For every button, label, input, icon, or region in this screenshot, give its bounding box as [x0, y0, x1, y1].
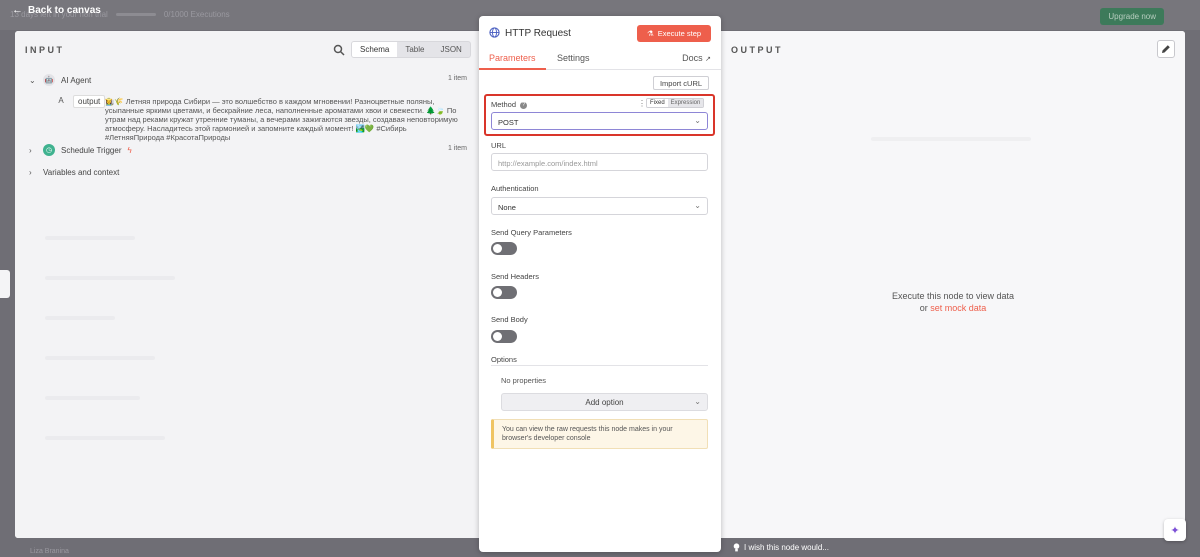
feedback-label: I wish this node would... — [744, 543, 829, 552]
url-label: URL — [491, 141, 507, 150]
chevron-down-icon: ⌄ — [694, 397, 701, 406]
back-to-canvas-label: Back to canvas — [28, 4, 101, 16]
tree-node-label: AI Agent — [61, 75, 92, 85]
params-header: HTTP Request ⚗ Execute step — [479, 16, 721, 50]
send-query-toggle[interactable] — [491, 242, 517, 255]
chevron-down-icon: ⌄ — [694, 116, 701, 125]
back-to-canvas-link[interactable]: ← Back to canvas — [12, 4, 101, 16]
ai-assistant-button[interactable]: ✦ — [1164, 519, 1186, 541]
input-panel-title: INPUT — [25, 45, 65, 55]
robot-icon: 🤖 — [43, 74, 55, 86]
tab-parameters[interactable]: Parameters — [489, 53, 536, 63]
fixed-option[interactable]: Fixed — [647, 99, 668, 107]
tree-node-label: Schedule Trigger — [61, 145, 122, 155]
lightbulb-icon — [733, 543, 740, 552]
add-option-button[interactable]: Add option ⌄ — [501, 393, 708, 411]
mode-schema[interactable]: Schema — [352, 42, 398, 57]
output-panel-title: OUTPUT — [731, 45, 783, 55]
user-name: Liza Branina — [30, 548, 69, 555]
mock-hint: or set mock data — [721, 302, 1185, 314]
tab-docs[interactable]: Docs ↗ — [682, 53, 711, 63]
placeholder-line — [45, 396, 140, 400]
method-select[interactable]: POST ⌄ — [491, 112, 708, 130]
tab-settings[interactable]: Settings — [557, 53, 590, 63]
clock-icon: ◷ — [43, 144, 55, 156]
placeholder-line — [45, 436, 165, 440]
edit-output-button[interactable] — [1157, 40, 1175, 58]
parameters-panel: HTTP Request ⚗ Execute step Parameters S… — [479, 16, 721, 552]
send-body-label: Send Body — [491, 315, 528, 324]
lightning-icon: ϟ — [127, 145, 132, 155]
execute-step-label: Execute step — [657, 29, 702, 38]
feedback-link[interactable]: I wish this node would... — [733, 543, 829, 552]
placeholder-line — [45, 236, 135, 240]
input-panel: INPUT Schema Table JSON ⌄ 🤖 AI Agent 1 i… — [15, 31, 479, 538]
search-icon[interactable] — [333, 44, 345, 56]
send-body-toggle[interactable] — [491, 330, 517, 343]
arrow-left-icon: ← — [12, 4, 23, 16]
executions-progress-bar — [115, 13, 156, 16]
send-query-label: Send Query Parameters — [491, 228, 572, 237]
execute-hint: Execute this node to view data — [891, 291, 1015, 301]
method-value: POST — [498, 118, 519, 127]
method-label-text: Method — [491, 100, 517, 109]
output-empty-message: Execute this node to view data or set mo… — [721, 290, 1185, 314]
canvas-node-edge — [0, 270, 10, 298]
developer-console-notice: You can view the raw requests this node … — [491, 419, 708, 449]
execute-step-button[interactable]: ⚗ Execute step — [637, 25, 711, 42]
url-input[interactable]: http://example.com/index.html — [491, 153, 708, 171]
authentication-label: Authentication — [491, 184, 539, 193]
authentication-select[interactable]: None ⌄ — [491, 197, 708, 215]
placeholder-line — [45, 316, 115, 320]
tree-node-label: Variables and context — [43, 168, 120, 177]
item-count: 1 item — [447, 145, 467, 152]
placeholder-line — [871, 137, 1031, 141]
executions-text: 0/1000 Executions — [163, 10, 230, 19]
chevron-right-icon: › — [29, 168, 32, 177]
item-count: 1 item — [447, 75, 467, 82]
params-tabs: Parameters Settings Docs ↗ — [479, 50, 721, 70]
field-value-text: 👩‍🌾🌾 Летняя природа Сибири — это волшебс… — [105, 97, 458, 142]
schema-field-output: A output — [55, 95, 106, 108]
chevron-down-icon: ⌄ — [694, 201, 701, 210]
options-label: Options — [491, 355, 517, 364]
placeholder-line — [45, 276, 175, 280]
send-headers-label: Send Headers — [491, 272, 539, 281]
sparkle-icon: ✦ — [1170, 524, 1180, 537]
tree-node-ai-agent[interactable]: ⌄ 🤖 AI Agent — [29, 74, 91, 86]
authentication-value: None — [498, 203, 516, 212]
fixed-expression-toggle: Fixed Expression — [646, 98, 705, 108]
options-divider — [491, 365, 708, 366]
node-title[interactable]: HTTP Request — [505, 28, 571, 39]
mode-table[interactable]: Table — [397, 42, 432, 57]
external-link-icon: ↗ — [705, 56, 711, 63]
field-name-pill[interactable]: output — [73, 95, 106, 108]
globe-icon — [489, 27, 500, 38]
flask-icon: ⚗ — [646, 29, 654, 38]
output-panel: OUTPUT Execute this node to view data or… — [721, 31, 1185, 538]
or-text: or — [919, 303, 928, 313]
help-icon[interactable]: ? — [520, 101, 528, 109]
chevron-right-icon: › — [29, 145, 32, 155]
chevron-down-icon: ⌄ — [29, 75, 36, 85]
tree-node-variables[interactable]: › Variables and context — [29, 168, 119, 177]
set-mock-data-link[interactable]: set mock data — [930, 303, 986, 313]
tree-node-schedule-trigger[interactable]: › ◷ Schedule Trigger ϟ — [29, 144, 132, 156]
pencil-icon — [1162, 45, 1170, 53]
import-curl-button[interactable]: Import cURL — [653, 76, 709, 90]
string-type-icon: A — [58, 96, 64, 105]
add-option-label: Add option — [585, 398, 624, 407]
send-headers-toggle[interactable] — [491, 286, 517, 299]
more-options-icon[interactable]: ⋮ — [638, 99, 646, 108]
mode-json[interactable]: JSON — [432, 42, 469, 57]
active-tab-underline — [479, 68, 546, 70]
docs-label: Docs — [682, 53, 703, 63]
no-properties-text: No properties — [501, 376, 547, 385]
expression-option[interactable]: Expression — [667, 99, 704, 107]
placeholder-line — [45, 356, 155, 360]
upgrade-button[interactable]: Upgrade now — [1100, 8, 1164, 25]
method-label: Method ? — [491, 100, 528, 109]
display-mode-toggle: Schema Table JSON — [351, 41, 471, 58]
